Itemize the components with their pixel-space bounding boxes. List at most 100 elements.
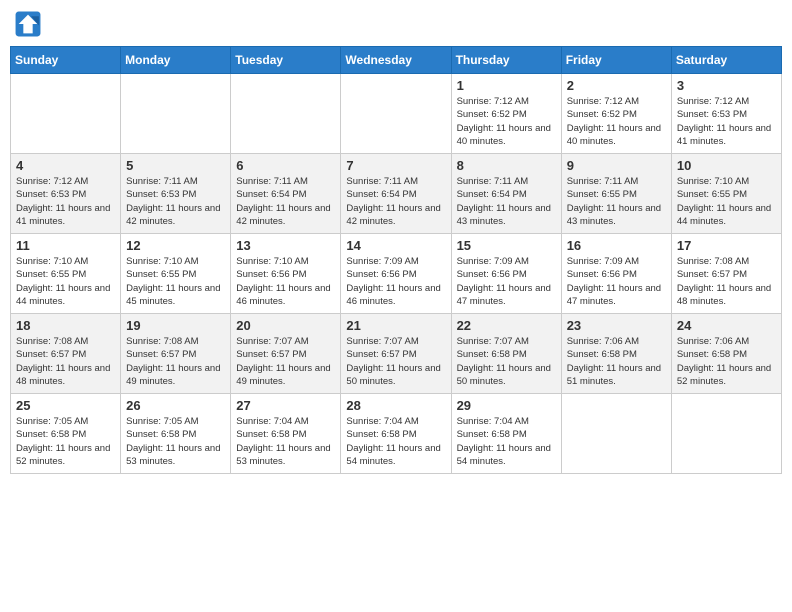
cell-info: Sunrise: 7:09 AM Sunset: 6:56 PM Dayligh…: [346, 255, 445, 308]
cell-info: Sunrise: 7:07 AM Sunset: 6:58 PM Dayligh…: [457, 335, 556, 388]
day-number: 29: [457, 398, 556, 413]
day-number: 8: [457, 158, 556, 173]
calendar-cell: 15 Sunrise: 7:09 AM Sunset: 6:56 PM Dayli…: [451, 234, 561, 314]
day-number: 22: [457, 318, 556, 333]
calendar-cell: 28 Sunrise: 7:04 AM Sunset: 6:58 PM Dayli…: [341, 394, 451, 474]
calendar-cell: [11, 74, 121, 154]
cell-info: Sunrise: 7:05 AM Sunset: 6:58 PM Dayligh…: [16, 415, 115, 468]
day-number: 27: [236, 398, 335, 413]
day-number: 15: [457, 238, 556, 253]
cell-info: Sunrise: 7:11 AM Sunset: 6:54 PM Dayligh…: [346, 175, 445, 228]
day-number: 18: [16, 318, 115, 333]
calendar-cell: 26Sunrise: 7:05 AM Sunset: 6:58 PM Dayli…: [121, 394, 231, 474]
calendar-cell: 6 Sunrise: 7:11 AM Sunset: 6:54 PM Daylig…: [231, 154, 341, 234]
col-header-wednesday: Wednesday: [341, 47, 451, 74]
cell-info: Sunrise: 7:04 AM Sunset: 6:58 PM Dayligh…: [236, 415, 335, 468]
cell-info: Sunrise: 7:11 AM Sunset: 6:54 PM Dayligh…: [236, 175, 335, 228]
calendar-cell: 16 Sunrise: 7:09 AM Sunset: 6:56 PM Dayli…: [561, 234, 671, 314]
calendar-cell: 22 Sunrise: 7:07 AM Sunset: 6:58 PM Dayli…: [451, 314, 561, 394]
calendar-cell: 17 Sunrise: 7:08 AM Sunset: 6:57 PM Dayli…: [671, 234, 781, 314]
calendar-cell: 5 Sunrise: 7:11 AM Sunset: 6:53 PM Daylig…: [121, 154, 231, 234]
col-header-thursday: Thursday: [451, 47, 561, 74]
calendar-header-row: SundayMondayTuesdayWednesdayThursdayFrid…: [11, 47, 782, 74]
day-number: 1: [457, 78, 556, 93]
day-number: 9: [567, 158, 666, 173]
col-header-monday: Monday: [121, 47, 231, 74]
day-number: 23: [567, 318, 666, 333]
calendar-cell: 19 Sunrise: 7:08 AM Sunset: 6:57 PM Dayli…: [121, 314, 231, 394]
day-number: 5: [126, 158, 225, 173]
calendar-cell: 2 Sunrise: 7:12 AM Sunset: 6:52 PM Daylig…: [561, 74, 671, 154]
col-header-sunday: Sunday: [11, 47, 121, 74]
cell-info: Sunrise: 7:10 AM Sunset: 6:56 PM Dayligh…: [236, 255, 335, 308]
day-number: 11: [16, 238, 115, 253]
page-header: [10, 10, 782, 38]
cell-info: Sunrise: 7:06 AM Sunset: 6:58 PM Dayligh…: [567, 335, 666, 388]
calendar-cell: [561, 394, 671, 474]
cell-info: Sunrise: 7:11 AM Sunset: 6:55 PM Dayligh…: [567, 175, 666, 228]
calendar-cell: 23 Sunrise: 7:06 AM Sunset: 6:58 PM Dayli…: [561, 314, 671, 394]
day-number: 7: [346, 158, 445, 173]
cell-info: Sunrise: 7:10 AM Sunset: 6:55 PM Dayligh…: [126, 255, 225, 308]
calendar-cell: 12 Sunrise: 7:10 AM Sunset: 6:55 PM Dayli…: [121, 234, 231, 314]
cell-info: Sunrise: 7:06 AM Sunset: 6:58 PM Dayligh…: [677, 335, 776, 388]
col-header-tuesday: Tuesday: [231, 47, 341, 74]
cell-info: Sunrise: 7:12 AM Sunset: 6:53 PM Dayligh…: [16, 175, 115, 228]
calendar-week-0: 1 Sunrise: 7:12 AM Sunset: 6:52 PM Daylig…: [11, 74, 782, 154]
calendar-week-1: 4Sunrise: 7:12 AM Sunset: 6:53 PM Daylig…: [11, 154, 782, 234]
cell-info: Sunrise: 7:08 AM Sunset: 6:57 PM Dayligh…: [126, 335, 225, 388]
calendar-cell: 10Sunrise: 7:10 AM Sunset: 6:55 PM Dayli…: [671, 154, 781, 234]
calendar-cell: 29 Sunrise: 7:04 AM Sunset: 6:58 PM Dayli…: [451, 394, 561, 474]
cell-info: Sunrise: 7:04 AM Sunset: 6:58 PM Dayligh…: [346, 415, 445, 468]
day-number: 6: [236, 158, 335, 173]
day-number: 26: [126, 398, 225, 413]
day-number: 20: [236, 318, 335, 333]
calendar-cell: 4Sunrise: 7:12 AM Sunset: 6:53 PM Daylig…: [11, 154, 121, 234]
calendar-cell: 3 Sunrise: 7:12 AM Sunset: 6:53 PM Daylig…: [671, 74, 781, 154]
day-number: 10: [677, 158, 776, 173]
calendar-cell: 13 Sunrise: 7:10 AM Sunset: 6:56 PM Dayli…: [231, 234, 341, 314]
day-number: 19: [126, 318, 225, 333]
calendar-cell: 18 Sunrise: 7:08 AM Sunset: 6:57 PM Dayli…: [11, 314, 121, 394]
logo: [14, 10, 46, 38]
day-number: 3: [677, 78, 776, 93]
calendar-cell: [231, 74, 341, 154]
cell-info: Sunrise: 7:07 AM Sunset: 6:57 PM Dayligh…: [236, 335, 335, 388]
cell-info: Sunrise: 7:08 AM Sunset: 6:57 PM Dayligh…: [16, 335, 115, 388]
day-number: 12: [126, 238, 225, 253]
day-number: 13: [236, 238, 335, 253]
calendar-cell: [121, 74, 231, 154]
calendar-cell: 25 Sunrise: 7:05 AM Sunset: 6:58 PM Dayli…: [11, 394, 121, 474]
day-number: 21: [346, 318, 445, 333]
calendar-cell: 20 Sunrise: 7:07 AM Sunset: 6:57 PM Dayli…: [231, 314, 341, 394]
day-number: 16: [567, 238, 666, 253]
cell-info: Sunrise: 7:07 AM Sunset: 6:57 PM Dayligh…: [346, 335, 445, 388]
cell-info: Sunrise: 7:10 AM Sunset: 6:55 PM Dayligh…: [16, 255, 115, 308]
calendar-cell: 24 Sunrise: 7:06 AM Sunset: 6:58 PM Dayli…: [671, 314, 781, 394]
day-number: 17: [677, 238, 776, 253]
calendar-cell: [671, 394, 781, 474]
col-header-friday: Friday: [561, 47, 671, 74]
calendar-week-4: 25 Sunrise: 7:05 AM Sunset: 6:58 PM Dayli…: [11, 394, 782, 474]
cell-info: Sunrise: 7:12 AM Sunset: 6:52 PM Dayligh…: [567, 95, 666, 148]
cell-info: Sunrise: 7:08 AM Sunset: 6:57 PM Dayligh…: [677, 255, 776, 308]
cell-info: Sunrise: 7:11 AM Sunset: 6:53 PM Dayligh…: [126, 175, 225, 228]
calendar-cell: 27 Sunrise: 7:04 AM Sunset: 6:58 PM Dayli…: [231, 394, 341, 474]
day-number: 2: [567, 78, 666, 93]
day-number: 24: [677, 318, 776, 333]
day-number: 25: [16, 398, 115, 413]
calendar-week-3: 18 Sunrise: 7:08 AM Sunset: 6:57 PM Dayli…: [11, 314, 782, 394]
cell-info: Sunrise: 7:04 AM Sunset: 6:58 PM Dayligh…: [457, 415, 556, 468]
cell-info: Sunrise: 7:12 AM Sunset: 6:53 PM Dayligh…: [677, 95, 776, 148]
calendar-cell: 8 Sunrise: 7:11 AM Sunset: 6:54 PM Daylig…: [451, 154, 561, 234]
cell-info: Sunrise: 7:12 AM Sunset: 6:52 PM Dayligh…: [457, 95, 556, 148]
logo-icon: [14, 10, 42, 38]
calendar-cell: 9 Sunrise: 7:11 AM Sunset: 6:55 PM Daylig…: [561, 154, 671, 234]
day-number: 28: [346, 398, 445, 413]
cell-info: Sunrise: 7:09 AM Sunset: 6:56 PM Dayligh…: [457, 255, 556, 308]
calendar-week-2: 11 Sunrise: 7:10 AM Sunset: 6:55 PM Dayli…: [11, 234, 782, 314]
cell-info: Sunrise: 7:09 AM Sunset: 6:56 PM Dayligh…: [567, 255, 666, 308]
calendar-cell: 1 Sunrise: 7:12 AM Sunset: 6:52 PM Daylig…: [451, 74, 561, 154]
calendar-table: SundayMondayTuesdayWednesdayThursdayFrid…: [10, 46, 782, 474]
cell-info: Sunrise: 7:11 AM Sunset: 6:54 PM Dayligh…: [457, 175, 556, 228]
